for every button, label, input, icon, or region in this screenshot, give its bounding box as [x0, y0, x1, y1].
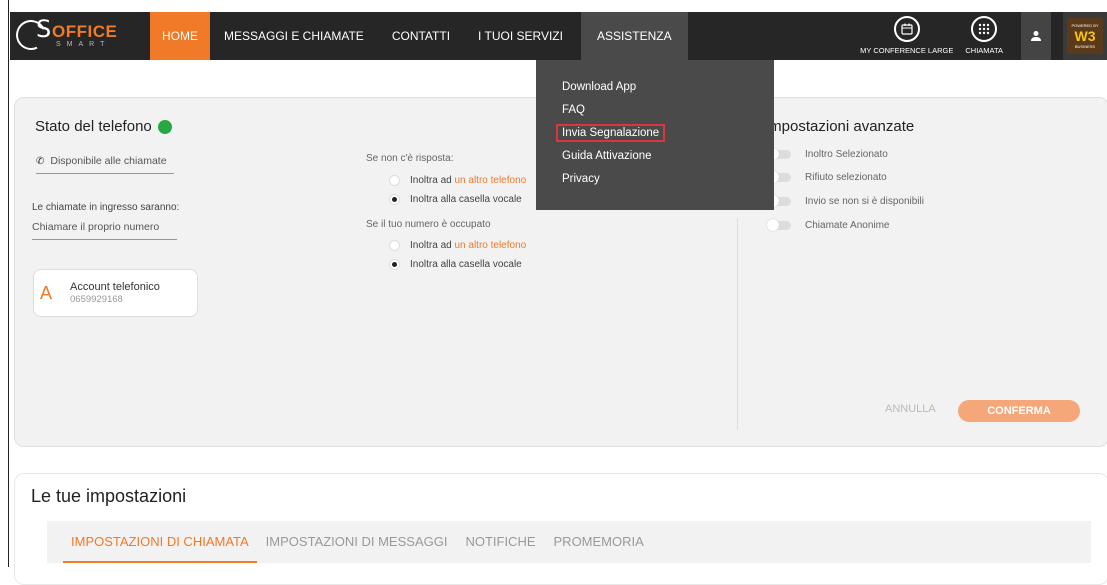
impostazioni-avanzate-title: Impostazioni avanzate	[765, 118, 915, 135]
tab-notifiche[interactable]: NOTIFICHE	[456, 521, 544, 563]
column-divider	[737, 218, 738, 430]
account-avatar: A	[40, 283, 53, 303]
dropdown-invia-segnalazione[interactable]: Invia Segnalazione	[536, 122, 774, 145]
logo-smart: SMART	[56, 41, 111, 48]
busy-voicemail-option[interactable]: Inoltra alla casella vocale	[389, 259, 522, 270]
conferma-button[interactable]: CONFERMA	[958, 400, 1080, 422]
nav-home[interactable]: HOME	[150, 12, 210, 60]
nav-i-tuoi-servizi[interactable]: I TUOI SERVIZI	[464, 12, 577, 60]
dropdown-faq[interactable]: FAQ	[536, 99, 774, 122]
account-number: 0659929168	[70, 294, 123, 305]
no-answer-voicemail-option[interactable]: Inoltra alla casella vocale	[389, 194, 522, 205]
disponibile-label: Disponibile alle chiamate	[50, 155, 167, 167]
status-online-dot	[157, 119, 172, 134]
user-icon	[1031, 31, 1041, 41]
disponibile-field[interactable]: ✆ Disponibile alle chiamate	[36, 155, 174, 174]
account-title: Account telefonico	[70, 281, 160, 293]
stato-telefono-title: Stato del telefono	[35, 118, 172, 135]
settings-card: Le tue impostazioni IMPOSTAZIONI DI CHIA…	[14, 473, 1107, 585]
keypad-icon	[971, 16, 998, 42]
top-nav-bar: S OFFICE SMART HOME MESSAGGI E CHIAMATE …	[10, 12, 1107, 60]
toggle-inoltro-selezionato[interactable]: Inoltro Selezionato	[767, 148, 888, 160]
phone-icon: ✆	[36, 156, 45, 167]
radio-button[interactable]	[389, 175, 400, 186]
busy-altro-telefono-link[interactable]: un altro telefono	[454, 240, 526, 251]
chiamata-button[interactable]: CHIAMATA	[959, 12, 1009, 60]
toggle-invio-non-disponibili[interactable]: Invio se non si è disponibili	[767, 195, 924, 207]
busy-forward-phone-option[interactable]: Inoltra ad un altro telefono	[389, 240, 526, 251]
left-border	[8, 0, 9, 567]
no-answer-altro-telefono-link[interactable]: un altro telefono	[454, 175, 526, 186]
tab-promemoria[interactable]: PROMEMORIA	[545, 521, 653, 563]
radio-button-selected[interactable]	[389, 194, 400, 205]
tab-impostazioni-messaggi[interactable]: IMPOSTAZIONI DI MESSAGGI	[257, 521, 457, 563]
no-answer-label: Se non c'è risposta:	[366, 153, 454, 164]
w3-business-logo: POWERED BY W3 BUSINESS	[1063, 12, 1107, 60]
my-conference-label: MY CONFERENCE LARGE	[860, 46, 954, 55]
no-answer-opt1-prefix: Inoltra ad	[410, 175, 455, 186]
toggle-chiamate-anonime[interactable]: Chiamate Anonime	[767, 219, 890, 231]
w3-label: W3	[1074, 28, 1096, 44]
toggle-label: Chiamate Anonime	[805, 220, 890, 231]
no-answer-forward-phone-option[interactable]: Inoltra ad un altro telefono	[389, 175, 526, 186]
toggle-label: Rifiuto selezionato	[805, 172, 887, 183]
logo-s: S	[36, 15, 52, 43]
incoming-calls-select[interactable]: Chiamare il proprio numero	[32, 221, 177, 240]
radio-button[interactable]	[389, 240, 400, 251]
dropdown-privacy[interactable]: Privacy	[536, 168, 774, 191]
toggle-label: Invio se non si è disponibili	[805, 196, 924, 207]
le-tue-impostazioni-title: Le tue impostazioni	[31, 486, 187, 506]
office-smart-logo[interactable]: S OFFICE SMART	[10, 12, 150, 60]
chiamata-label: CHIAMATA	[965, 46, 1003, 55]
logo-office: OFFICE	[52, 22, 118, 41]
my-conference-button[interactable]: MY CONFERENCE LARGE	[854, 12, 959, 60]
account-telefonico-card[interactable]: A Account telefonico 0659929168	[33, 269, 198, 317]
user-menu-button[interactable]	[1021, 12, 1051, 60]
busy-label: Se il tuo numero è occupato	[366, 219, 491, 230]
busy-opt1-prefix: Inoltra ad	[410, 240, 455, 251]
invia-segnalazione-label: Invia Segnalazione	[556, 124, 666, 142]
assistenza-dropdown: Download App FAQ Invia Segnalazione Guid…	[536, 60, 774, 210]
radio-button-selected[interactable]	[389, 259, 400, 270]
dropdown-download-app[interactable]: Download App	[536, 76, 774, 99]
toggle-rifiuto-selezionato[interactable]: Rifiuto selezionato	[767, 171, 887, 183]
nav-contatti[interactable]: CONTATTI	[378, 12, 464, 60]
nav-messaggi-e-chiamate[interactable]: MESSAGGI E CHIAMATE	[210, 12, 378, 60]
stato-title-text: Stato del telefono	[35, 118, 152, 135]
incoming-calls-label: Le chiamate in ingresso saranno:	[32, 202, 180, 213]
busy-opt2-label: Inoltra alla casella vocale	[410, 259, 522, 270]
toggle-switch[interactable]	[767, 219, 791, 231]
dropdown-guida-attivazione[interactable]: Guida Attivazione	[536, 145, 774, 168]
business-label: BUSINESS	[1074, 44, 1096, 49]
tab-impostazioni-chiamata[interactable]: IMPOSTAZIONI DI CHIAMATA	[63, 521, 257, 563]
top-right-tools: MY CONFERENCE LARGE CHIAMATA POWERED BY …	[854, 12, 1107, 60]
conference-icon	[893, 16, 920, 42]
settings-tabs: IMPOSTAZIONI DI CHIAMATA IMPOSTAZIONI DI…	[47, 521, 1091, 563]
nav-assistenza[interactable]: ASSISTENZA	[580, 12, 688, 60]
no-answer-opt2-label: Inoltra alla casella vocale	[410, 194, 522, 205]
toggle-label: Inoltro Selezionato	[805, 149, 888, 160]
w3-business-badge: POWERED BY W3 BUSINESS	[1067, 18, 1103, 54]
annulla-button[interactable]: ANNULLA	[885, 403, 936, 415]
